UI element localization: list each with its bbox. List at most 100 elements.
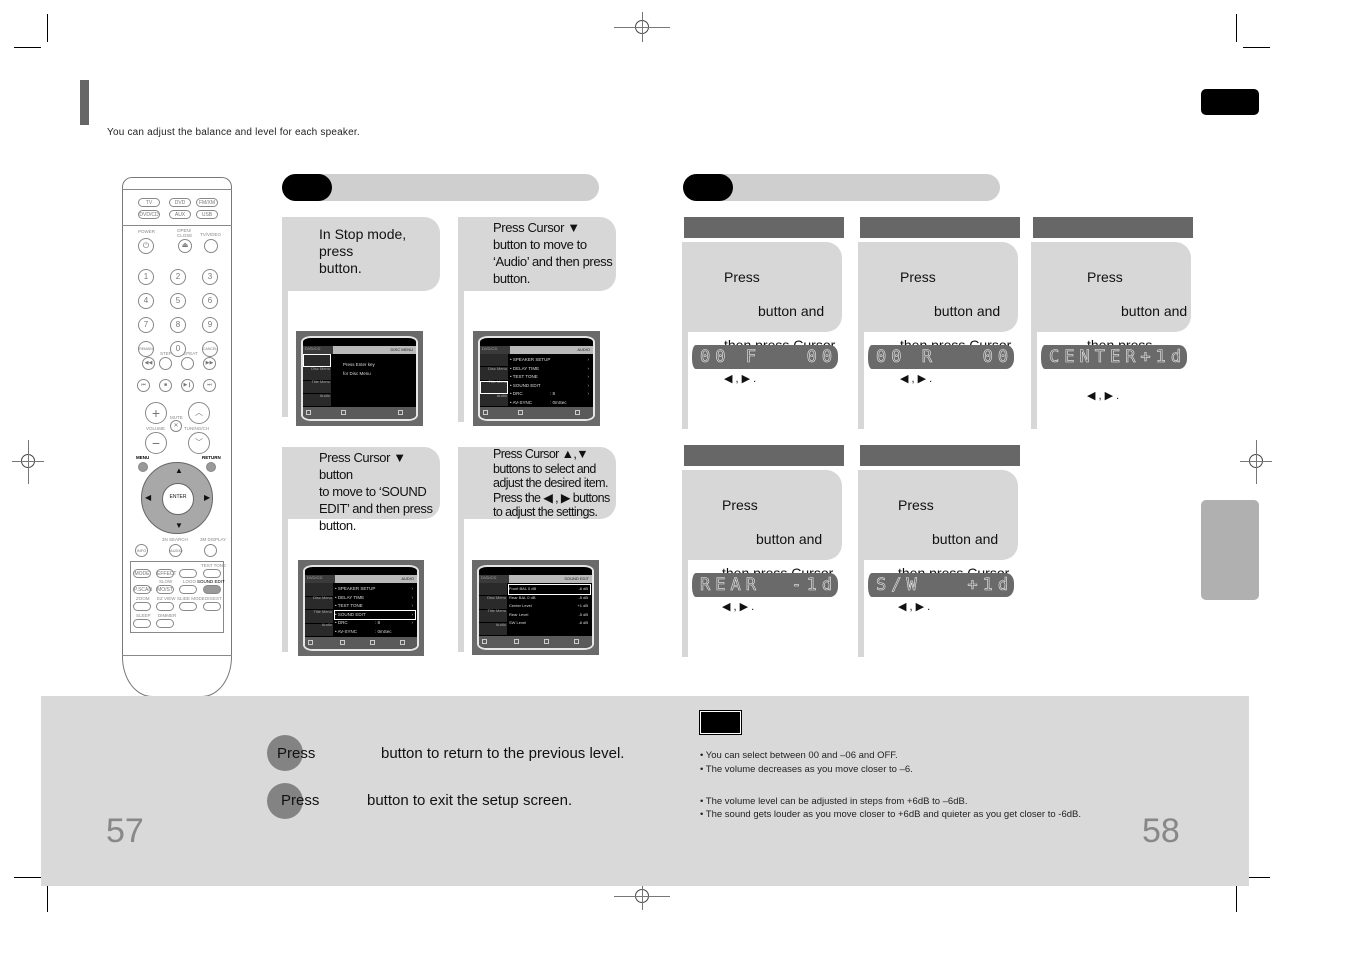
speaker-step-header bbox=[684, 445, 844, 466]
remote-open-close-label: OPEN/ CLOSE bbox=[177, 228, 193, 238]
step-2: Press Cursor ▼ button to move to ‘Audio’… bbox=[458, 217, 616, 291]
osd-menu-row: • SOUND EDIT › bbox=[334, 609, 416, 620]
remote-stop-icon: ■ bbox=[159, 379, 172, 392]
section-header-right bbox=[683, 174, 1000, 201]
remote-function-panel: TEST TONE MODE EFFECT SLOW LOGO SOUND ED… bbox=[130, 561, 226, 633]
remote-logo-button bbox=[179, 585, 197, 594]
remote-play-pause-icon: ▶❙ bbox=[181, 379, 194, 392]
osd-menu-row: • AV-SYNC: 0mSec bbox=[510, 399, 567, 405]
remote-digit-2-button: 2 bbox=[170, 269, 186, 285]
remote-digit-0-button: 0 bbox=[170, 341, 186, 357]
remote-digit-3-button: 3 bbox=[202, 269, 218, 285]
remote-subtitle-button bbox=[204, 544, 217, 557]
osd-menu-row: • DELAY TIME › bbox=[335, 594, 413, 600]
remote-repeat-button bbox=[181, 357, 194, 370]
remote-most-button: MO/ST bbox=[156, 585, 174, 594]
speaker-step-box: Press button and then press Cursor ◀ , ▶… bbox=[682, 242, 842, 385]
page-number-left: 57 bbox=[106, 812, 144, 850]
remote-tuning-label: TUNING/CH bbox=[184, 426, 209, 431]
crop-mark bbox=[1236, 884, 1237, 912]
menu-instruction: button to exit the setup screen. bbox=[367, 792, 573, 809]
remote-usb-button: USB bbox=[196, 210, 218, 219]
step-3-text: Press Cursor ▼ button to move to ‘SOUND … bbox=[319, 450, 433, 533]
osd-menu-row: • SPEAKER SETUP › bbox=[335, 586, 413, 591]
page-number-right: 58 bbox=[1142, 812, 1180, 850]
remote-digit-8-button: 8 bbox=[170, 317, 186, 333]
section-side-tab bbox=[1201, 500, 1259, 600]
osd-menu-row: SW Level -6 dB bbox=[509, 620, 588, 625]
lcd-display: 00 F 00 bbox=[692, 345, 838, 369]
osd-menu-row: • DRC: 8 › bbox=[510, 391, 589, 396]
remote-eject-icon: ⏏ bbox=[178, 239, 192, 253]
osd-screen-audio-menu: DVD/CDAUDIO Disc Menu Title Menu Audio S… bbox=[473, 331, 600, 426]
remote-effect-button: EFFECT bbox=[156, 569, 177, 578]
remote-display-label: 3M DISPLAY bbox=[200, 537, 227, 542]
note-label-box bbox=[699, 710, 742, 735]
remote-mode-button: MODE bbox=[133, 569, 151, 578]
remote-aux-button: AUX bbox=[169, 210, 191, 219]
remote-digit-7-button: 7 bbox=[138, 317, 154, 333]
step-1: In Stop mode, press button. bbox=[282, 217, 440, 291]
osd-menu-row: Center Level +1 dB bbox=[509, 603, 588, 608]
remote-navigation-pad: ▲ ▼ ◀ ▶ ENTER bbox=[141, 462, 213, 534]
lcd-display: S/W +1dB bbox=[868, 573, 1014, 597]
lcd-display: REAR -1dB bbox=[692, 573, 838, 597]
remote-menu-label: MENU bbox=[136, 455, 150, 460]
remote-digit-5-button: 5 bbox=[170, 293, 186, 309]
speaker-step-header bbox=[860, 445, 1020, 466]
remote-dvd-button: DVD bbox=[169, 198, 191, 207]
speaker-step-box: Press button and then press Cursor ◀ , ▶… bbox=[1031, 242, 1191, 402]
remote-remain-button: REMAIN bbox=[138, 341, 154, 357]
speaker-step-header bbox=[1033, 217, 1193, 238]
remote-next-icon: ⏭ bbox=[203, 379, 216, 392]
osd-menu-row: • TEST TONE › bbox=[335, 603, 413, 608]
remote-control-illustration: TV DVD FM/XM DVD/CD AUX USB POWER OPEN/ … bbox=[122, 177, 232, 697]
menu-press-label: Press bbox=[281, 792, 320, 809]
osd-screen-audio-sound-edit: DVD/CDAUDIO Disc Menu Title Menu Audio S… bbox=[298, 560, 424, 656]
step-1-text: In Stop mode, press button. bbox=[319, 226, 407, 276]
remote-search-label: 3N SEARCH bbox=[162, 537, 188, 542]
remote-volume-label: VOLUME bbox=[146, 426, 166, 431]
osd-menu-row: • AV-SYNC: 0mSec bbox=[335, 628, 392, 634]
note-2: The volume decreases as you move closer … bbox=[700, 764, 913, 775]
remote-zoom-button bbox=[133, 602, 151, 611]
crop-mark bbox=[1236, 14, 1237, 42]
remote-prev-icon: ⏮ bbox=[137, 379, 150, 392]
remote-audio-button: AUDIO bbox=[169, 544, 183, 557]
title-accent-bar bbox=[80, 80, 89, 125]
remote-tv-video-label: TV/VIDEO bbox=[200, 232, 222, 237]
step-3: Press Cursor ▼ button to move to ‘SOUND … bbox=[282, 447, 440, 533]
section-header-left bbox=[282, 174, 599, 201]
remote-digit-1-button: 1 bbox=[138, 269, 154, 285]
remote-sound-edit-button bbox=[203, 585, 221, 594]
remote-return-label: RETURN bbox=[202, 455, 221, 460]
crop-mark bbox=[47, 14, 48, 42]
lcd-display: CENTER+1dB bbox=[1041, 345, 1187, 369]
step-4: Press Cursor ▲,▼ buttons to select and a… bbox=[458, 447, 616, 519]
osd-menu-row: Rear Level -5 dB bbox=[509, 611, 588, 617]
speaker-step-box: Press button and then press Cursor ◀ , ▶… bbox=[858, 242, 1018, 385]
remote-test-tone-button bbox=[203, 569, 221, 578]
osd-menu-row: Front BAL 0 dB -6 dB bbox=[508, 584, 591, 595]
remote-menu-button bbox=[138, 462, 148, 472]
remote-fastforward-icon: ▶▶ bbox=[203, 357, 216, 370]
osd-menu-row: • DRC: 8 › bbox=[335, 620, 413, 625]
remote-return-button bbox=[206, 462, 216, 472]
note-1: You can select between 00 and –06 and OF… bbox=[700, 750, 898, 761]
remote-cancel-button: CANCEL bbox=[202, 341, 218, 357]
speaker-step-header bbox=[860, 217, 1020, 238]
speaker-step-header bbox=[684, 217, 844, 238]
remote-digit-9-button: 9 bbox=[202, 317, 218, 333]
osd-menu-row: Rear BAL 0 dB -5 dB bbox=[509, 594, 588, 600]
crop-mark bbox=[14, 877, 41, 878]
remote-mute-icon: ✕ bbox=[170, 420, 182, 432]
remote-channel-up-icon: ︿ bbox=[188, 402, 210, 424]
chapter-tab bbox=[1201, 89, 1259, 115]
remote-digest-button bbox=[203, 602, 221, 611]
step-4-text: Press Cursor ▲,▼ buttons to select and a… bbox=[493, 447, 610, 519]
osd-screen-disc-menu: DVD/CD DISC MENU Disc Menu Title Menu Aud… bbox=[296, 331, 423, 426]
remote-rewind-icon: ◀◀ bbox=[142, 357, 155, 370]
remote-blank-button bbox=[179, 569, 197, 578]
speaker-step-box: Press button and then press Cursor ◀ , ▶… bbox=[682, 470, 842, 613]
remote-digit-4-button: 4 bbox=[138, 293, 154, 309]
